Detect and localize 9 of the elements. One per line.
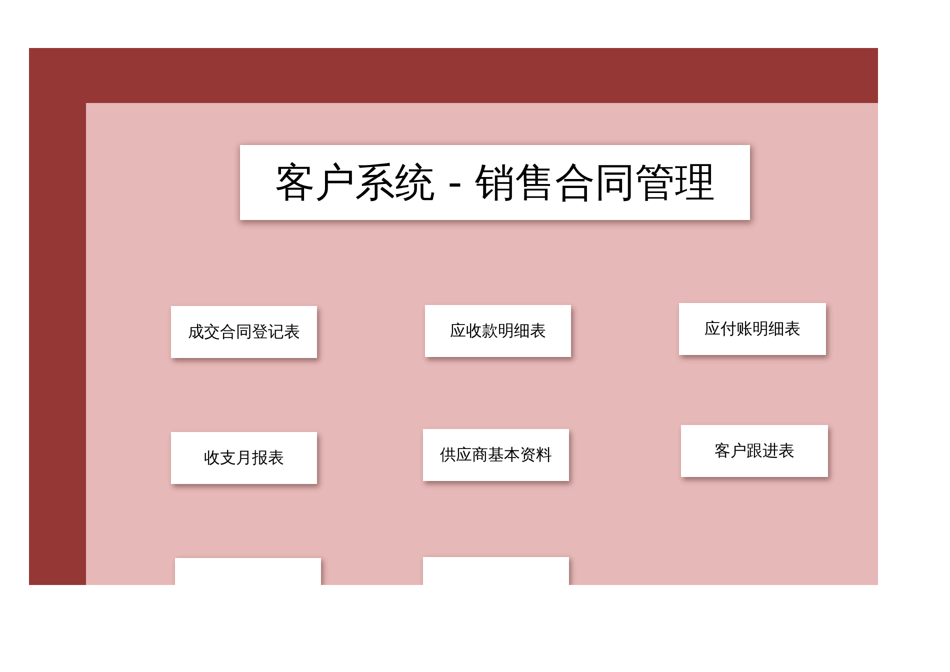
- page-title: 客户系统 - 销售合同管理: [240, 145, 750, 220]
- sheet-link-button[interactable]: 应付账明细表: [679, 303, 826, 355]
- sheet-link-button[interactable]: 收支月报表: [171, 432, 317, 484]
- sheet-link-button[interactable]: 成交合同登记表: [171, 306, 317, 358]
- sheet-link-button[interactable]: [423, 557, 569, 585]
- sheet-link-button[interactable]: [175, 558, 321, 585]
- sheet-link-button[interactable]: 应收款明细表: [425, 305, 571, 357]
- sheet-link-button[interactable]: 供应商基本资料: [423, 429, 569, 481]
- sheet-link-button[interactable]: 客户跟进表: [681, 425, 828, 477]
